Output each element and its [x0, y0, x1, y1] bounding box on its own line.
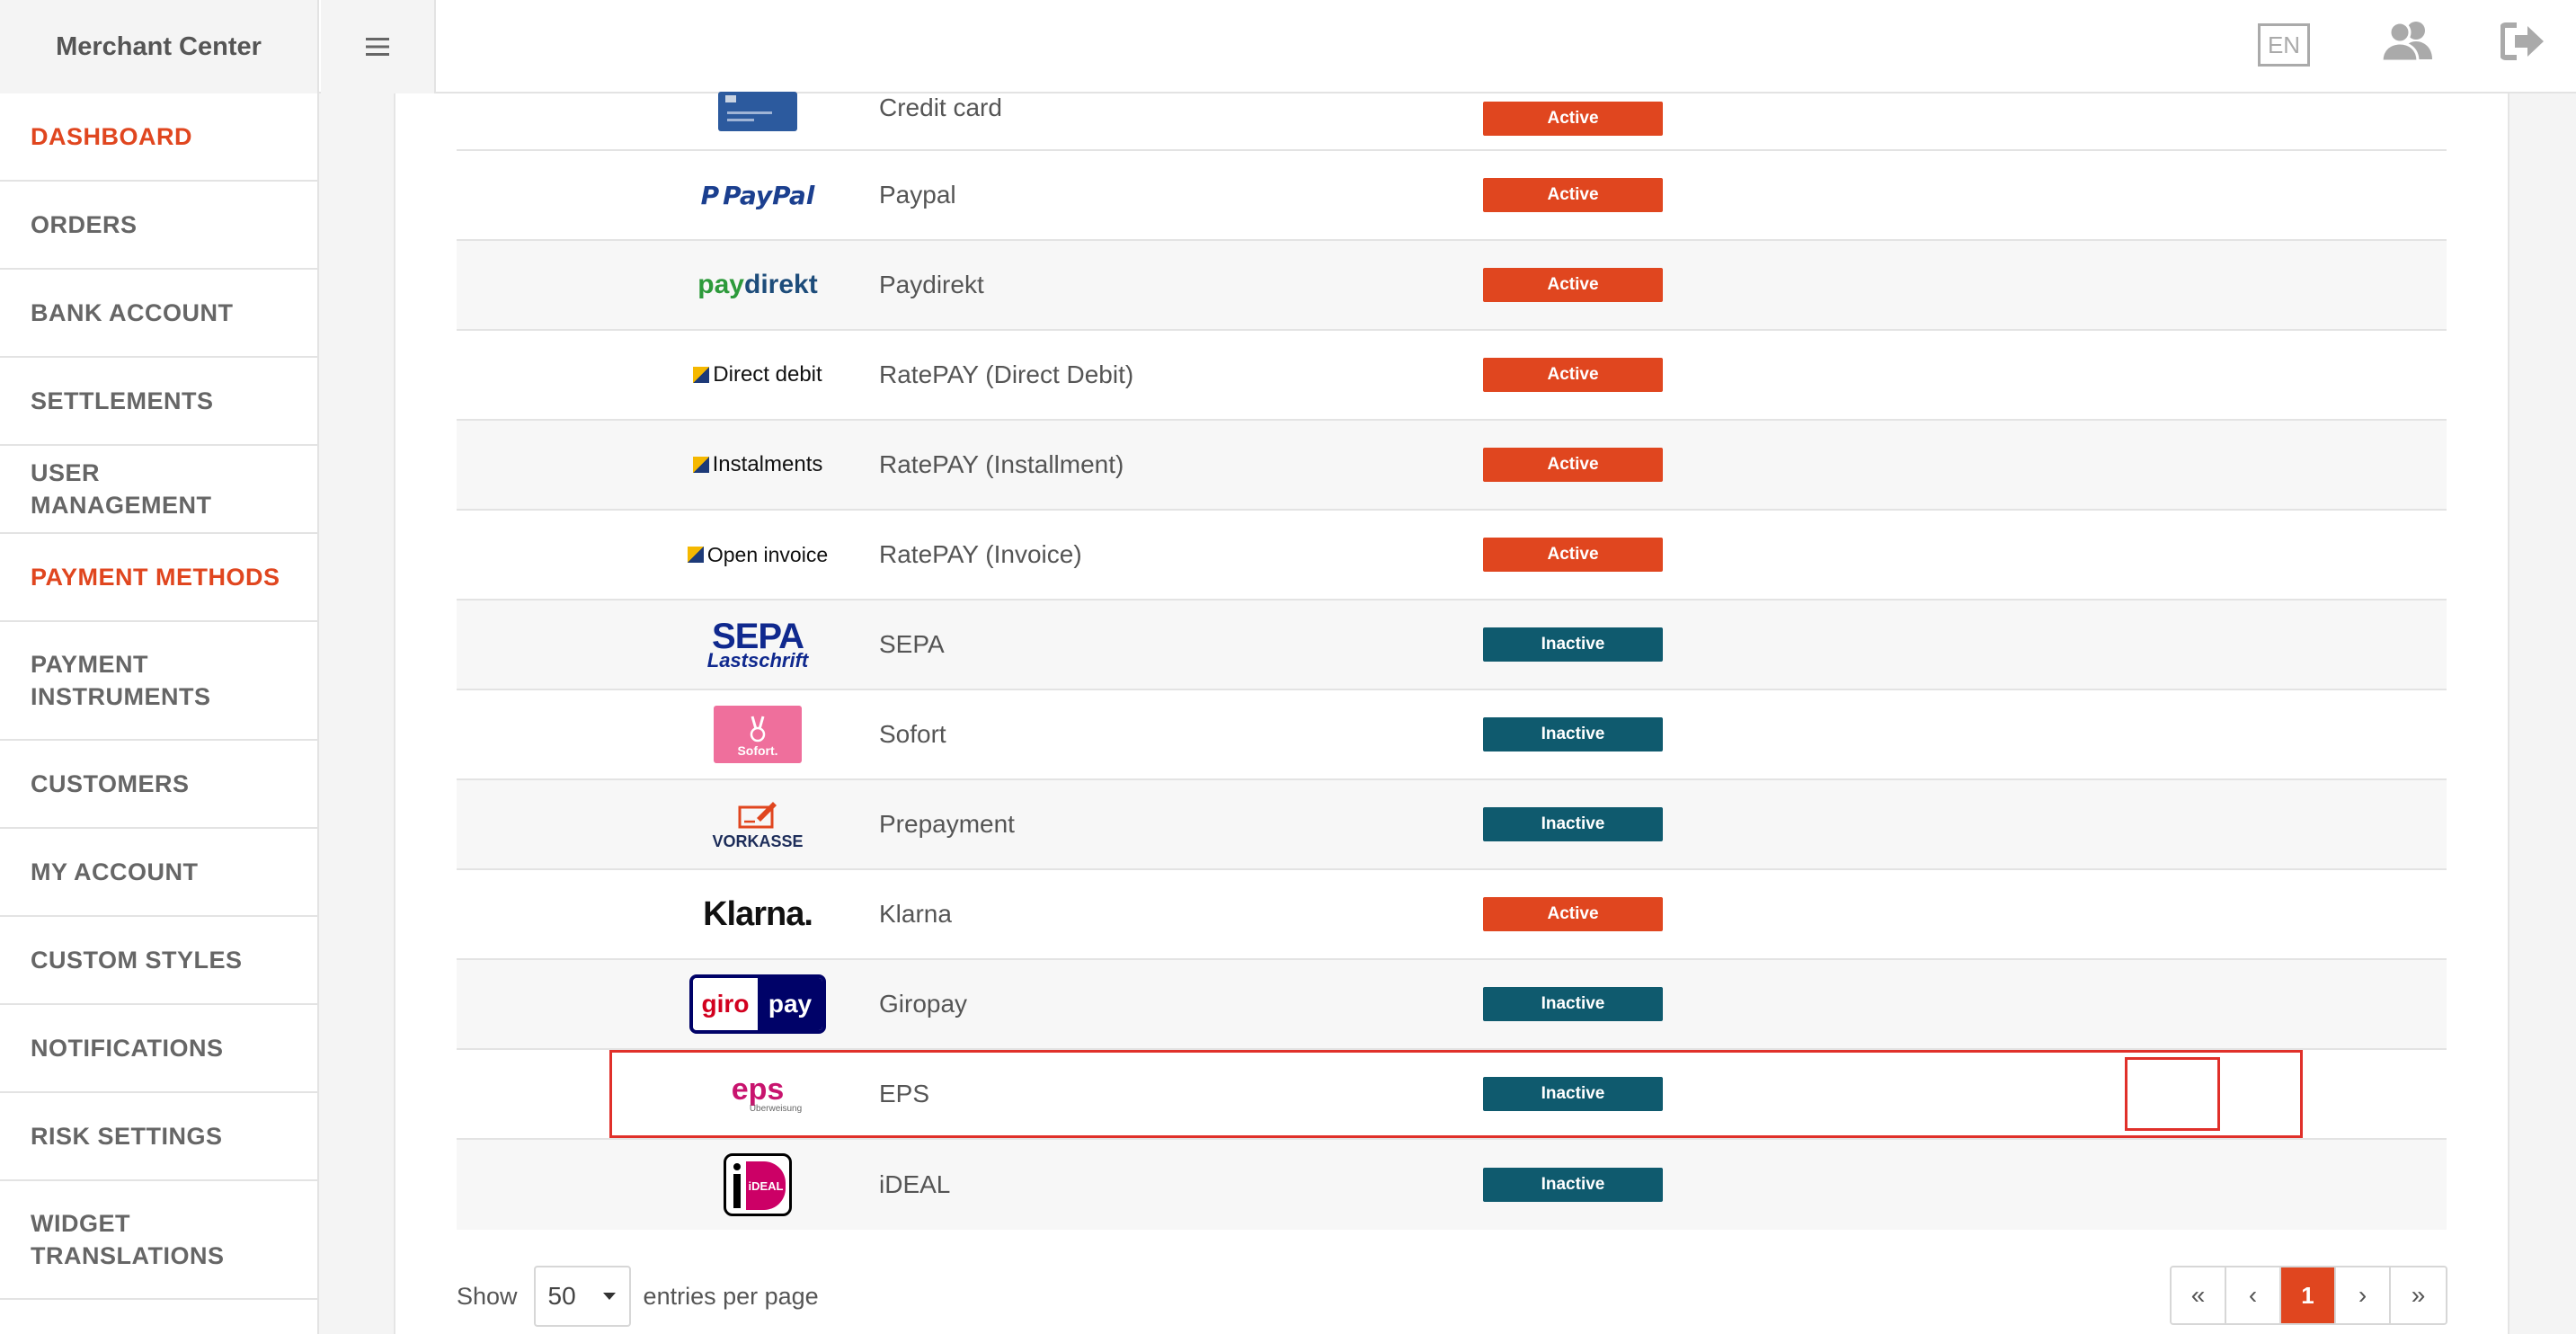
users-icon[interactable] — [2380, 18, 2434, 67]
entries-value: 50 — [547, 1282, 576, 1310]
table-row: Sofort. Sofort Inactive — [457, 690, 2447, 780]
brand-title: Merchant Center — [0, 0, 319, 93]
status-badge: Active — [1483, 538, 1663, 572]
paypal-logo: P PayPal — [700, 180, 815, 210]
logout-icon[interactable] — [2500, 22, 2545, 66]
table-row: VORKASSE Prepayment Inactive — [457, 780, 2447, 870]
table-row: P PayPal Paypal Active — [457, 151, 2447, 241]
peace-hand-icon — [750, 716, 766, 743]
status-badge: Inactive — [1483, 717, 1663, 751]
method-name: Sofort — [879, 720, 946, 748]
method-name: Giropay — [879, 990, 968, 1018]
table-row: Instalments RatePAY (Installment) Active — [457, 421, 2447, 511]
paydirekt-logo: pay direkt — [697, 270, 818, 299]
status-badge: Inactive — [1483, 987, 1663, 1021]
sidebar-item-user-management[interactable]: USER MANAGEMENT — [0, 446, 317, 534]
language-switcher[interactable]: EN — [2258, 23, 2310, 67]
table-row: giro pay Giropay Inactive — [457, 960, 2447, 1050]
ideal-logo: iDEAL — [681, 1140, 834, 1230]
giropay-logo: giro pay — [681, 960, 834, 1048]
credit-card-icon — [718, 92, 797, 131]
ratepay-logo: Open invoice — [681, 511, 834, 599]
table-row: Direct debit RatePAY (Direct Debit) Acti… — [457, 331, 2447, 421]
sidebar-item-bank-account[interactable]: BANK ACCOUNT — [0, 270, 317, 358]
credit-card-logo — [681, 92, 834, 149]
table-row: Open invoice RatePAY (Invoice) Active — [457, 511, 2447, 600]
first-page-button[interactable]: « — [2172, 1267, 2226, 1323]
method-name: RatePAY (Installment) — [879, 450, 1124, 478]
status-badge: Inactive — [1483, 627, 1663, 662]
status-badge: Active — [1483, 178, 1663, 212]
sepa-logo: SEPA Lastschrift — [706, 617, 809, 671]
vorkasse-logo: VORKASSE — [681, 780, 834, 868]
status-badge: Inactive — [1483, 1168, 1663, 1202]
menu-toggle-icon[interactable] — [321, 0, 436, 93]
last-page-button[interactable]: » — [2391, 1267, 2446, 1323]
cheque-icon — [738, 801, 777, 828]
status-badge: Active — [1483, 448, 1663, 482]
status-badge: Inactive — [1483, 807, 1663, 841]
sidebar-item-custom-styles[interactable]: CUSTOM STYLES — [0, 917, 317, 1005]
top-bar: Merchant Center EN — [0, 0, 2576, 93]
sidebar: DASHBOARD ORDERS BANK ACCOUNT SETTLEMENT… — [0, 93, 319, 1334]
sidebar-item-widget-translations[interactable]: WIDGET TRANSLATIONS — [0, 1181, 317, 1300]
table-row: iDEAL iDEAL Inactive — [457, 1140, 2447, 1230]
table-row: Credit card Active — [457, 92, 2447, 151]
show-label: Show — [457, 1282, 518, 1310]
entries-suffix: entries per page — [643, 1282, 819, 1310]
status-badge: Active — [1483, 897, 1663, 931]
sidebar-item-notifications[interactable]: NOTIFICATIONS — [0, 1005, 317, 1093]
status-badge: Active — [1483, 102, 1663, 136]
method-name: Credit card — [879, 93, 1002, 121]
ratepay-logo: Direct debit — [681, 331, 834, 419]
sidebar-item-risk-settings[interactable]: RISK SETTINGS — [0, 1093, 317, 1181]
table-row: SEPA Lastschrift SEPA Inactive — [457, 600, 2447, 690]
payment-methods-table: Credit card Active P PayPal Paypal Activ… — [457, 92, 2447, 1230]
sidebar-item-settlements[interactable]: SETTLEMENTS — [0, 358, 317, 446]
status-badge: Active — [1483, 268, 1663, 302]
table-row: Klarna. Klarna Active — [457, 870, 2447, 960]
prev-page-button[interactable]: ‹ — [2226, 1267, 2281, 1323]
ratepay-logo: Instalments — [681, 421, 834, 509]
method-name: EPS — [879, 1080, 930, 1107]
status-badge: Active — [1483, 358, 1663, 392]
status-badge: Inactive — [1483, 1077, 1663, 1111]
eps-logo: eps Überweisung — [731, 1072, 803, 1114]
klarna-logo: Klarna. — [703, 894, 813, 933]
method-name: Prepayment — [879, 810, 1015, 838]
entries-select[interactable]: 50 — [533, 1266, 631, 1327]
sidebar-item-payment-instruments[interactable]: PAYMENT INSTRUMENTS — [0, 622, 317, 741]
table-row: eps Überweisung EPS Inactive — [457, 1050, 2447, 1140]
sofort-logo: Sofort. — [681, 690, 834, 778]
sidebar-item-my-account[interactable]: MY ACCOUNT — [0, 829, 317, 917]
method-name: Paydirekt — [879, 271, 984, 298]
method-name: iDEAL — [879, 1170, 951, 1198]
table-row: pay direkt Paydirekt Active — [457, 241, 2447, 331]
method-name: Paypal — [879, 181, 956, 209]
pagination: « ‹ 1 › » — [2170, 1266, 2447, 1325]
method-name: RatePAY (Direct Debit) — [879, 360, 1134, 388]
entries-per-page: Show 50 entries per page — [457, 1266, 819, 1327]
next-page-button[interactable]: › — [2336, 1267, 2391, 1323]
sidebar-item-orders[interactable]: ORDERS — [0, 182, 317, 270]
sidebar-item-payment-methods[interactable]: PAYMENT METHODS — [0, 534, 317, 622]
sidebar-item-dashboard[interactable]: DASHBOARD — [0, 93, 317, 182]
method-name: RatePAY (Invoice) — [879, 540, 1082, 568]
caret-down-icon — [602, 1293, 616, 1300]
method-name: SEPA — [879, 630, 945, 658]
method-name: Klarna — [879, 900, 952, 928]
sidebar-item-customers[interactable]: CUSTOMERS — [0, 741, 317, 829]
page-1-button[interactable]: 1 — [2281, 1267, 2336, 1323]
